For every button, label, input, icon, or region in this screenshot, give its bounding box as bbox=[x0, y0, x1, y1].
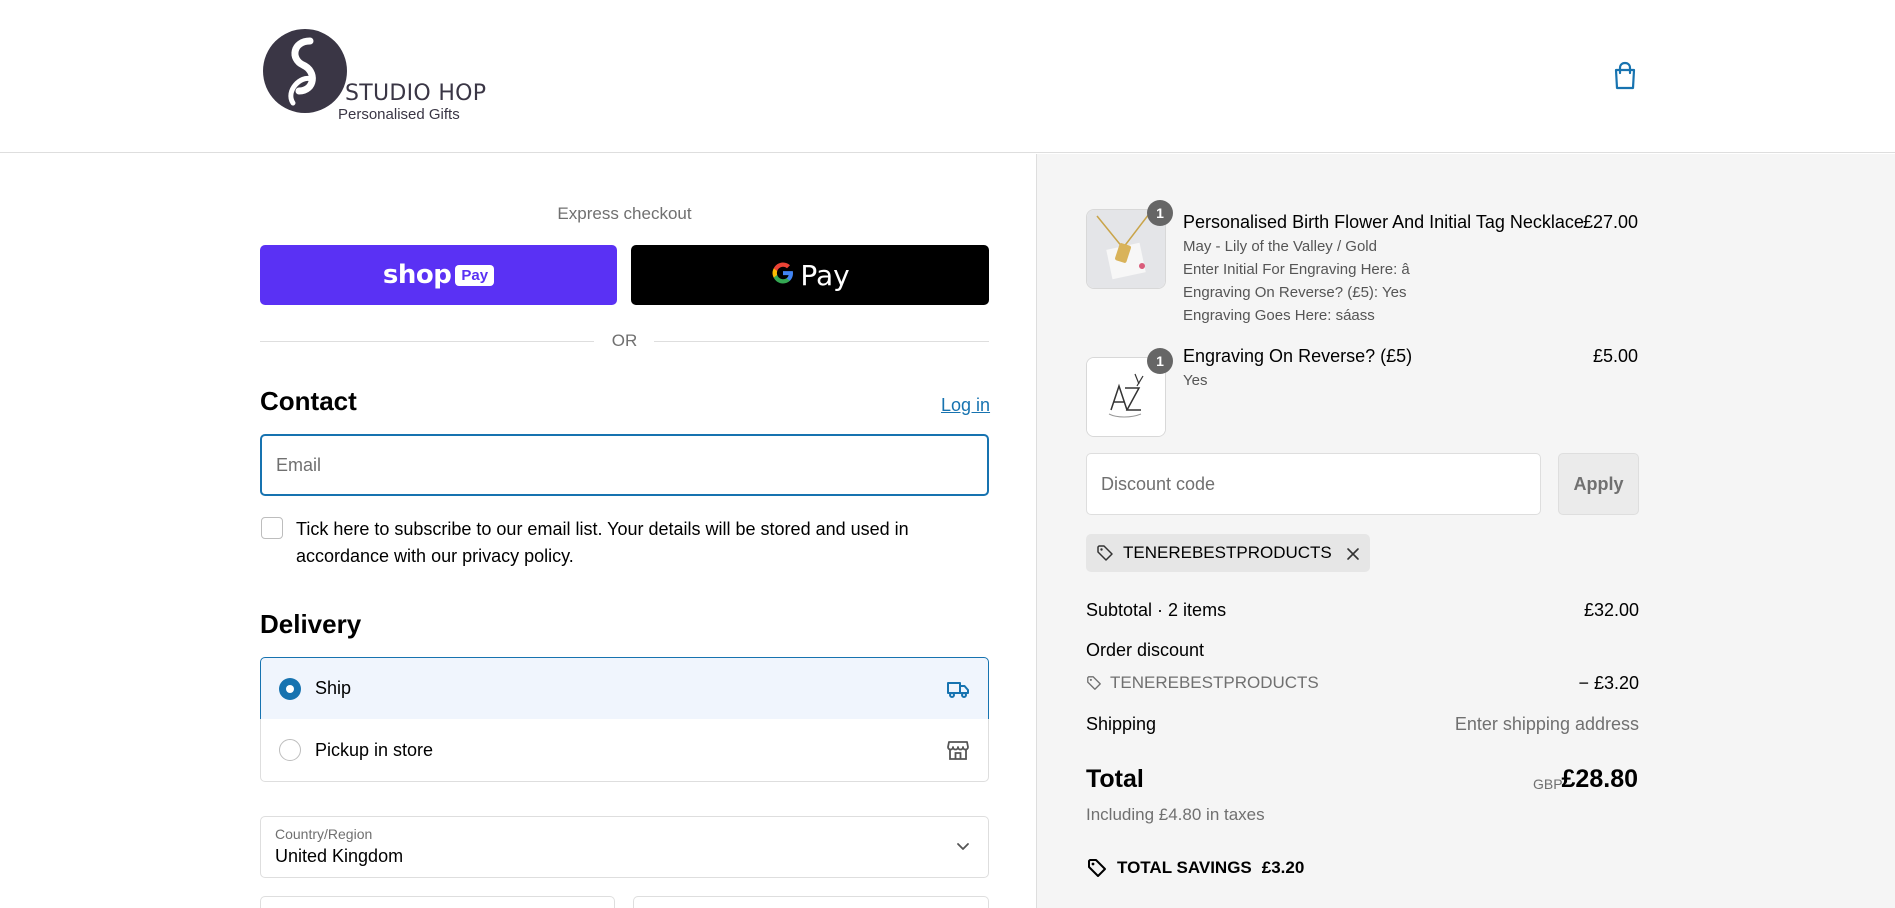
store-logo[interactable]: STUDIO HOP Personalised Gifts bbox=[263, 29, 486, 125]
total-savings-label: TOTAL SAVINGS bbox=[1117, 858, 1252, 877]
order-discount-row: Order discount bbox=[1086, 640, 1639, 661]
log-in-link[interactable]: Log in bbox=[941, 395, 990, 416]
product-image: 1 bbox=[1086, 200, 1173, 289]
order-discount-code-line: TENEREBESTPRODUCTS bbox=[1086, 673, 1639, 693]
shipping-row: Shipping Enter shipping address bbox=[1086, 714, 1639, 735]
total-currency: GBP bbox=[1533, 776, 1563, 792]
total-value: £28.80 bbox=[1561, 765, 1638, 793]
total-savings-value: £3.20 bbox=[1261, 858, 1305, 877]
country-region-select[interactable]: Country/Region United Kingdom bbox=[260, 816, 989, 878]
line-item: 1 Engraving On Reverse? (£5) £5.00 Yes bbox=[1086, 343, 1638, 437]
subtotal-label: Subtotal · 2 items bbox=[1086, 600, 1227, 620]
order-discount-value: − £3.20 bbox=[1578, 673, 1639, 693]
ship-radio[interactable] bbox=[279, 677, 301, 700]
delivery-option-ship[interactable]: Ship bbox=[260, 657, 989, 720]
total-savings: TOTAL SAVINGS £3.20 bbox=[1086, 857, 1304, 879]
or-divider: OR bbox=[260, 329, 989, 353]
subtotal-row: Subtotal · 2 items £32.00 bbox=[1086, 600, 1639, 621]
google-pay-word: Pay bbox=[800, 258, 850, 292]
discount-code-field[interactable] bbox=[1086, 453, 1541, 515]
order-discount-code: TENEREBESTPRODUCTS bbox=[1110, 673, 1319, 692]
quantity-badge: 1 bbox=[1147, 200, 1173, 226]
shop-pay-pill: Pay bbox=[455, 264, 495, 286]
taxes-note: Including £4.80 in taxes bbox=[1086, 805, 1265, 824]
header: STUDIO HOP Personalised Gifts bbox=[0, 0, 1895, 153]
email-field[interactable] bbox=[260, 434, 989, 496]
pickup-label: Pickup in store bbox=[315, 739, 434, 760]
shop-pay-word: shop bbox=[382, 260, 452, 290]
chevron-down-icon bbox=[956, 839, 970, 853]
email-input[interactable] bbox=[262, 436, 987, 494]
subscribe-label: Tick here to subscribe to our email list… bbox=[296, 519, 909, 566]
pickup-radio[interactable] bbox=[279, 739, 301, 761]
applied-discount-code: TENEREBESTPRODUCTS bbox=[1123, 543, 1332, 562]
store-icon bbox=[946, 738, 970, 762]
divider-line-right bbox=[654, 341, 989, 342]
total-label: Total bbox=[1086, 765, 1144, 793]
item-property: Engraving On Reverse? (£5): Yes bbox=[1183, 284, 1407, 301]
savings-tag-icon bbox=[1086, 857, 1108, 879]
order-summary: 1 Personalised Birth Flower And Initial … bbox=[1036, 154, 1895, 908]
quantity-badge: 1 bbox=[1147, 348, 1173, 374]
shipping-value: Enter shipping address bbox=[1454, 714, 1639, 734]
express-checkout-label: Express checkout bbox=[557, 204, 692, 223]
google-pay-button[interactable]: Pay bbox=[631, 245, 989, 305]
ship-label: Ship bbox=[315, 678, 352, 698]
apply-discount-button[interactable]: Apply bbox=[1558, 453, 1639, 515]
contact-heading: Contact bbox=[260, 386, 357, 416]
discount-code-input[interactable] bbox=[1087, 454, 1540, 514]
delivery-option-pickup[interactable]: Pickup in store bbox=[260, 719, 989, 782]
item-title: Personalised Birth Flower And Initial Ta… bbox=[1183, 212, 1584, 232]
item-title: Engraving On Reverse? (£5) bbox=[1183, 346, 1413, 366]
shipping-label: Shipping bbox=[1086, 714, 1157, 734]
order-discount-detail-row: TENEREBESTPRODUCTS − £3.20 bbox=[1086, 673, 1639, 693]
item-price: £27.00 bbox=[1582, 212, 1638, 232]
checkout-form: Express checkout shop Pay Pay OR Contact… bbox=[0, 154, 1036, 908]
logo-subtitle: Personalised Gifts bbox=[338, 106, 460, 123]
item-price: £5.00 bbox=[1592, 346, 1638, 366]
shopping-bag-icon[interactable] bbox=[1612, 61, 1638, 91]
google-g-icon bbox=[770, 260, 796, 291]
applied-discount-tag: TENEREBESTPRODUCTS bbox=[1086, 534, 1370, 572]
logo-mark bbox=[263, 29, 347, 113]
item-property: Yes bbox=[1183, 372, 1208, 389]
shop-pay-button[interactable]: shop Pay bbox=[260, 245, 617, 305]
line-item: 1 Personalised Birth Flower And Initial … bbox=[1086, 200, 1638, 324]
order-discount-label: Order discount bbox=[1086, 640, 1205, 660]
item-property: Engraving Goes Here: sáass bbox=[1183, 307, 1375, 324]
delivery-heading: Delivery bbox=[260, 609, 362, 639]
tag-icon bbox=[1086, 675, 1102, 691]
truck-icon bbox=[946, 677, 970, 701]
product-image: 1 bbox=[1086, 348, 1173, 437]
remove-discount-icon[interactable] bbox=[1346, 546, 1360, 560]
country-region-label: Country/Region bbox=[275, 826, 373, 842]
country-region-value: United Kingdom bbox=[275, 846, 404, 866]
item-variant: May - Lily of the Valley / Gold bbox=[1183, 238, 1377, 255]
item-property: Enter Initial For Engraving Here: â bbox=[1183, 261, 1410, 278]
subscribe-checkbox[interactable] bbox=[261, 517, 283, 539]
logo-name: STUDIO HOP bbox=[345, 81, 487, 106]
last-name-field[interactable] bbox=[633, 896, 989, 908]
first-name-field[interactable] bbox=[260, 896, 615, 908]
tag-icon bbox=[1096, 544, 1114, 562]
subtotal-value: £32.00 bbox=[1583, 600, 1639, 620]
